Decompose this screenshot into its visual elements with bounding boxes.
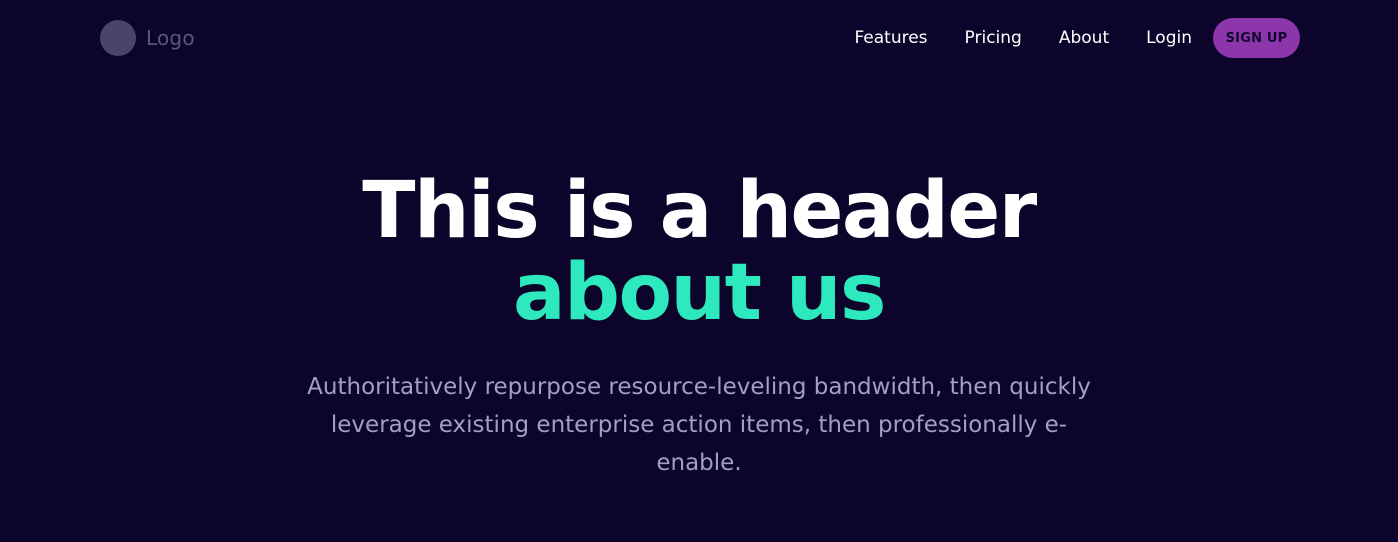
logo[interactable]: Logo — [100, 20, 195, 56]
nav-link-features[interactable]: Features — [854, 28, 927, 48]
top-navbar: Logo Features Pricing About Login SIGN U… — [0, 0, 1398, 76]
hero-title: This is a header about us — [259, 170, 1139, 334]
nav-links: Features Pricing About Login SIGN UP — [854, 18, 1300, 58]
landing-page: Logo Features Pricing About Login SIGN U… — [0, 0, 1398, 542]
hero-section: This is a header about us Authoritativel… — [0, 170, 1398, 482]
hero-title-plain: This is a header — [362, 166, 1037, 256]
nav-link-about[interactable]: About — [1059, 28, 1109, 48]
nav-link-pricing[interactable]: Pricing — [965, 28, 1022, 48]
nav-link-login[interactable]: Login — [1146, 28, 1192, 48]
signup-button[interactable]: SIGN UP — [1213, 18, 1300, 58]
hero-subtitle: Authoritatively repurpose resource-level… — [307, 374, 1091, 476]
logo-text: Logo — [146, 26, 195, 50]
logo-circle-icon — [100, 20, 136, 56]
hero-title-accent: about us — [513, 248, 886, 338]
